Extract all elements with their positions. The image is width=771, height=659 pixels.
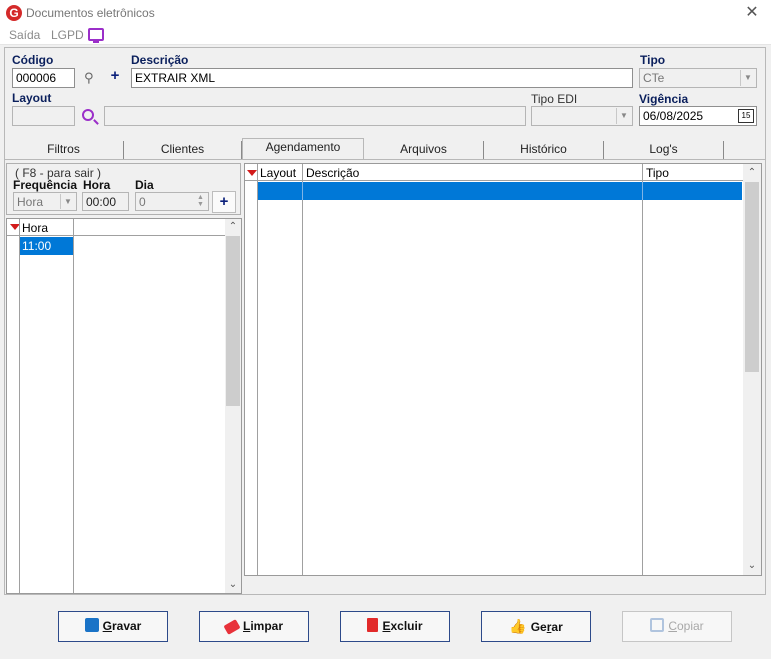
tab-logs[interactable]: Log's (604, 141, 724, 160)
scroll-down-icon[interactable]: ⌄ (744, 558, 760, 574)
menu-item-lgpd[interactable]: LGPD (51, 28, 84, 42)
column-separator (73, 219, 74, 593)
vigencia-date-input[interactable]: 06/08/2025 15 (639, 106, 757, 126)
hour-list-grid: Hora 11:00 ⌃ ⌄ (6, 218, 242, 594)
codigo-input[interactable]: 000006 (12, 68, 75, 88)
vertical-scrollbar[interactable]: ⌃ ⌄ (225, 219, 241, 593)
gerar-label: ar (551, 620, 563, 634)
codigo-label: Código (12, 53, 54, 67)
save-icon (84, 618, 99, 632)
tipo-edi-select[interactable]: ▼ (531, 106, 633, 126)
window-title: Documentos eletrônicos (26, 6, 155, 20)
chevron-down-icon[interactable]: ▼ (616, 108, 631, 124)
excluir-accel: E (382, 619, 391, 633)
eraser-icon (223, 619, 241, 635)
menu-bar: Saída LGPD (0, 27, 771, 45)
table-row[interactable] (258, 182, 742, 200)
add-icon: + (219, 193, 229, 210)
dia-stepper[interactable]: 0 ▲ ▼ (135, 192, 209, 211)
title-bar: G Documentos eletrônicos ✕ (0, 0, 771, 27)
vigencia-value: 06/08/2025 (643, 109, 704, 123)
descricao-input[interactable]: EXTRAIR XML (131, 68, 633, 88)
column-separator (642, 164, 643, 575)
limpar-button[interactable]: Limpar (199, 611, 309, 642)
limpar-label: impar (250, 619, 284, 633)
column-header-tipo[interactable]: Tipo (646, 166, 669, 180)
menu-item-saida[interactable]: Saída (9, 28, 40, 42)
gravar-button[interactable]: Gravar (58, 611, 168, 642)
copiar-button[interactable]: Copiar (622, 611, 732, 642)
tipo-value: CTe (643, 71, 665, 85)
column-header-layout[interactable]: Layout (260, 166, 296, 180)
files-grid: Layout Descrição Tipo ⌃ ⌄ (244, 163, 762, 576)
hora-input[interactable]: 00:00 (82, 192, 129, 211)
column-header-hora[interactable]: Hora (22, 221, 48, 235)
gravar-accel: G (102, 619, 112, 633)
search-icon[interactable] (82, 109, 94, 121)
tab-historico[interactable]: Histórico (484, 141, 604, 160)
frequencia-value: Hora (17, 195, 44, 209)
scroll-thumb[interactable] (745, 182, 759, 372)
add-icon[interactable]: + (108, 67, 122, 84)
vigencia-label: Vigência (639, 92, 689, 106)
tipo-select[interactable]: CTe ▼ (639, 68, 757, 88)
layout-code-input[interactable] (12, 106, 75, 126)
excluir-label: xcluir (390, 619, 423, 633)
copiar-label: opiar (676, 619, 704, 633)
scroll-up-icon[interactable]: ⌃ (225, 219, 241, 235)
descricao-label: Descrição (131, 53, 189, 67)
copy-icon (650, 618, 665, 632)
thumbs-up-icon: 👍 (509, 618, 527, 634)
column-separator (302, 182, 303, 200)
column-separator (302, 164, 303, 575)
binoculars-icon[interactable]: ⚲ (84, 70, 94, 86)
tipo-label: Tipo (640, 53, 666, 67)
gerar-label-pre: Ge (530, 620, 547, 634)
scroll-thumb[interactable] (226, 236, 240, 406)
excluir-button[interactable]: Excluir (340, 611, 450, 642)
list-item[interactable]: 11:00 (20, 237, 73, 255)
scroll-up-icon[interactable]: ⌃ (744, 165, 760, 181)
close-icon[interactable]: ✕ (741, 3, 763, 23)
calendar-icon[interactable]: 15 (738, 109, 754, 123)
app-logo-icon: G (6, 5, 22, 21)
monitor-icon[interactable] (88, 28, 104, 43)
tipo-edi-label: Tipo EDI (531, 92, 578, 106)
trash-icon (367, 618, 379, 632)
chevron-down-icon[interactable]: ▼ (740, 70, 755, 86)
tab-bar: Filtros Clientes Agendamento Arquivos Hi… (4, 138, 766, 160)
spin-arrows-icon[interactable]: ▲ ▼ (194, 194, 207, 209)
vertical-scrollbar[interactable]: ⌃ ⌄ (743, 164, 761, 575)
layout-label: Layout (12, 91, 52, 105)
tab-clientes[interactable]: Clientes (124, 141, 242, 160)
column-separator (642, 182, 643, 200)
scroll-down-icon[interactable]: ⌄ (225, 577, 241, 593)
add-hour-button[interactable]: + (212, 191, 236, 213)
frequencia-select[interactable]: Hora ▼ (13, 192, 77, 211)
tab-agendamento[interactable]: Agendamento (242, 138, 364, 160)
column-header-descricao[interactable]: Descrição (306, 166, 359, 180)
gerar-button[interactable]: 👍 Gerar (481, 611, 591, 642)
chevron-down-icon[interactable]: ▼ (60, 194, 75, 209)
column-separator (257, 164, 258, 575)
column-separator (19, 219, 20, 593)
tab-filtros[interactable]: Filtros (4, 141, 124, 160)
copiar-accel: C (668, 619, 677, 633)
hora-label: Hora (83, 178, 111, 192)
gravar-label: ravar (111, 619, 142, 633)
dia-label: Dia (135, 178, 154, 192)
dia-value: 0 (139, 195, 146, 209)
tab-arquivos[interactable]: Arquivos (364, 141, 484, 160)
sort-indicator-icon (247, 170, 257, 176)
layout-description-input (104, 106, 526, 126)
frequencia-label: Frequência (13, 178, 78, 192)
